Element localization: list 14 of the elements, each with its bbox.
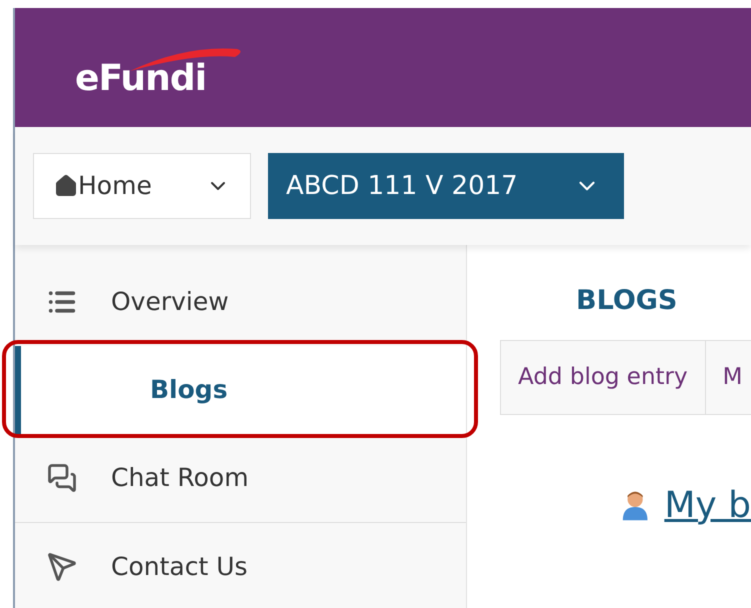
toolbar-link[interactable]: Add blog entry [501,340,706,414]
blog-link[interactable]: My b [664,478,751,532]
sidebar-item[interactable]: Chat Room [15,434,466,522]
toolbar-link[interactable]: M [706,340,751,414]
page-title: BLOGS [576,284,678,318]
send-icon [47,552,77,582]
sidebar-item[interactable]: Contact Us [15,523,466,608]
home-dropdown[interactable]: Home [33,153,251,219]
home-icon [54,174,78,198]
site-dropdown[interactable]: ABCD 111 V 2017 [268,153,624,219]
chat-icon [47,463,77,493]
sidebar-item[interactable]: Overview [15,258,466,346]
efundi-logo[interactable]: eFundi [75,42,245,98]
sidebar-item[interactable]: Blogs [15,346,466,434]
